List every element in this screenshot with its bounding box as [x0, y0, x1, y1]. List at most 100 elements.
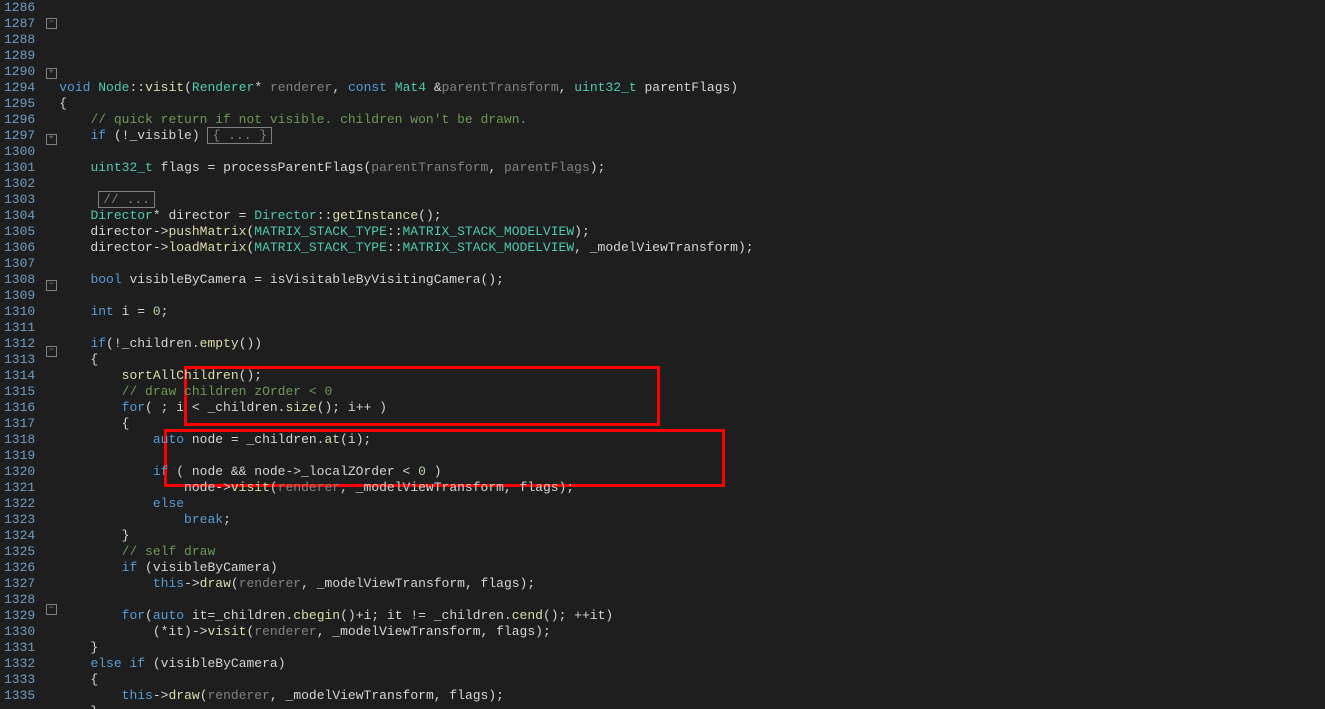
code-line[interactable]: if (visibleByCamera) [59, 560, 1325, 576]
fold-toggle[interactable] [43, 458, 59, 474]
fold-toggle[interactable] [43, 684, 59, 700]
fold-toggle[interactable]: + [43, 68, 59, 84]
line-number: 1304 [4, 208, 35, 224]
line-number: 1309 [4, 288, 35, 304]
fold-toggle[interactable] [43, 182, 59, 198]
fold-toggle[interactable] [43, 652, 59, 668]
code-line[interactable]: void Node::visit(Renderer* renderer, con… [59, 80, 1325, 96]
line-number: 1320 [4, 464, 35, 480]
line-number: 1300 [4, 144, 35, 160]
code-line[interactable]: this->draw(renderer, _modelViewTransform… [59, 688, 1325, 704]
code-line[interactable] [59, 176, 1325, 192]
fold-toggle[interactable] [43, 198, 59, 214]
fold-toggle[interactable] [43, 214, 59, 230]
line-number: 1323 [4, 512, 35, 528]
code-line[interactable]: Director* director = Director::getInstan… [59, 208, 1325, 224]
code-line[interactable]: uint32_t flags = processParentFlags(pare… [59, 160, 1325, 176]
fold-toggle[interactable] [43, 554, 59, 570]
line-number: 1295 [4, 96, 35, 112]
code-line[interactable] [59, 64, 1325, 80]
fold-toggle[interactable] [43, 394, 59, 410]
line-number: 1314 [4, 368, 35, 384]
code-line[interactable]: if ( node && node->_localZOrder < 0 ) [59, 464, 1325, 480]
fold-gutter[interactable]: − + + − − − [43, 0, 59, 709]
fold-toggle[interactable] [43, 150, 59, 166]
fold-toggle[interactable] [43, 410, 59, 426]
fold-toggle[interactable] [43, 700, 59, 709]
code-line[interactable]: director->loadMatrix(MATRIX_STACK_TYPE::… [59, 240, 1325, 256]
fold-toggle[interactable] [43, 0, 59, 16]
code-line[interactable]: else if (visibleByCamera) [59, 656, 1325, 672]
code-line[interactable]: node->visit(renderer, _modelViewTransfor… [59, 480, 1325, 496]
code-line[interactable]: else [59, 496, 1325, 512]
code-line[interactable]: if (!_visible) { ... } [59, 128, 1325, 144]
code-line[interactable]: (*it)->visit(renderer, _modelViewTransfo… [59, 624, 1325, 640]
fold-toggle[interactable] [43, 490, 59, 506]
code-line[interactable] [59, 448, 1325, 464]
fold-toggle[interactable] [43, 538, 59, 554]
fold-toggle[interactable] [43, 84, 59, 100]
code-line[interactable]: } [59, 640, 1325, 656]
code-line[interactable]: auto node = _children.at(i); [59, 432, 1325, 448]
fold-toggle[interactable] [43, 328, 59, 344]
code-line[interactable]: { [59, 96, 1325, 112]
fold-toggle[interactable] [43, 378, 59, 394]
fold-toggle[interactable] [43, 166, 59, 182]
fold-toggle[interactable] [43, 474, 59, 490]
code-line[interactable]: // quick return if not visible. children… [59, 112, 1325, 128]
code-line[interactable]: { [59, 416, 1325, 432]
code-line[interactable]: // draw children zOrder < 0 [59, 384, 1325, 400]
fold-toggle[interactable]: − [43, 604, 59, 620]
fold-toggle[interactable]: − [43, 280, 59, 296]
fold-toggle[interactable] [43, 100, 59, 116]
code-area[interactable]: void Node::visit(Renderer* renderer, con… [59, 0, 1325, 709]
fold-toggle[interactable] [43, 262, 59, 278]
code-editor[interactable]: 1286128712881289129012941295129612971300… [0, 0, 1325, 709]
fold-toggle[interactable]: − [43, 18, 59, 34]
fold-toggle[interactable] [43, 586, 59, 602]
fold-toggle[interactable] [43, 570, 59, 586]
code-line[interactable]: this->draw(renderer, _modelViewTransform… [59, 576, 1325, 592]
fold-toggle[interactable] [43, 296, 59, 312]
fold-toggle[interactable] [43, 362, 59, 378]
fold-toggle[interactable]: + [43, 134, 59, 150]
code-line[interactable] [59, 144, 1325, 160]
code-line[interactable]: // self draw [59, 544, 1325, 560]
fold-toggle[interactable] [43, 620, 59, 636]
code-line[interactable]: } [59, 704, 1325, 709]
code-line[interactable]: { [59, 672, 1325, 688]
line-number: 1327 [4, 576, 35, 592]
code-line[interactable]: bool visibleByCamera = isVisitableByVisi… [59, 272, 1325, 288]
fold-toggle[interactable] [43, 246, 59, 262]
line-number: 1311 [4, 320, 35, 336]
fold-toggle[interactable] [43, 668, 59, 684]
fold-toggle[interactable] [43, 312, 59, 328]
code-line[interactable]: for(auto it=_children.cbegin()+i; it != … [59, 608, 1325, 624]
fold-toggle[interactable] [43, 442, 59, 458]
code-line[interactable]: } [59, 528, 1325, 544]
code-line[interactable]: { [59, 352, 1325, 368]
fold-toggle[interactable] [43, 522, 59, 538]
code-line[interactable]: for( ; i < _children.size(); i++ ) [59, 400, 1325, 416]
code-line[interactable]: int i = 0; [59, 304, 1325, 320]
code-line[interactable]: if(!_children.empty()) [59, 336, 1325, 352]
code-line[interactable]: // ... [59, 192, 1325, 208]
fold-toggle[interactable] [43, 636, 59, 652]
fold-toggle[interactable] [43, 506, 59, 522]
line-number: 1332 [4, 656, 35, 672]
code-line[interactable] [59, 256, 1325, 272]
fold-toggle[interactable] [43, 116, 59, 132]
line-number: 1322 [4, 496, 35, 512]
code-line[interactable]: sortAllChildren(); [59, 368, 1325, 384]
fold-toggle[interactable]: − [43, 346, 59, 362]
code-line[interactable]: break; [59, 512, 1325, 528]
code-line[interactable]: director->pushMatrix(MATRIX_STACK_TYPE::… [59, 224, 1325, 240]
code-line[interactable] [59, 592, 1325, 608]
line-number: 1289 [4, 48, 35, 64]
fold-toggle[interactable] [43, 426, 59, 442]
code-line[interactable] [59, 288, 1325, 304]
code-line[interactable] [59, 320, 1325, 336]
fold-toggle[interactable] [43, 34, 59, 50]
fold-toggle[interactable] [43, 50, 59, 66]
fold-toggle[interactable] [43, 230, 59, 246]
